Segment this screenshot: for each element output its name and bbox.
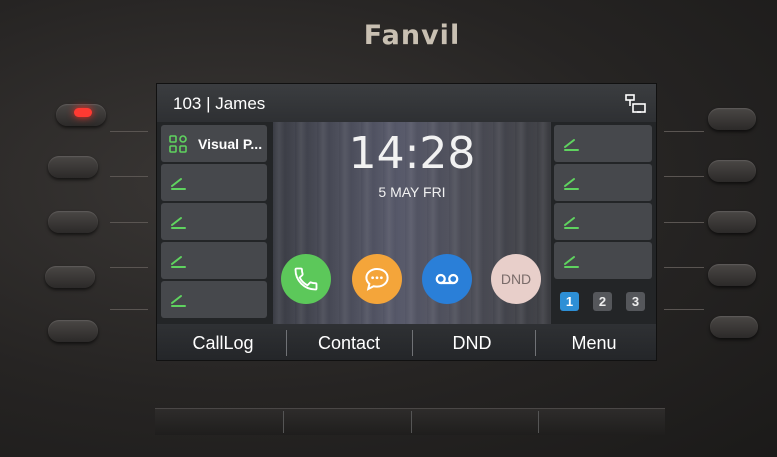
hardware-line-key-7[interactable] xyxy=(708,160,756,182)
softkey-menu[interactable]: Menu xyxy=(532,324,656,360)
grid-apps-icon xyxy=(169,135,187,153)
dss-key-6[interactable] xyxy=(554,125,652,162)
hardware-line-key-2[interactable] xyxy=(48,156,98,178)
dss-key-8[interactable] xyxy=(554,203,652,240)
account-label: 103 | James xyxy=(173,94,266,113)
dss-key-5[interactable] xyxy=(161,281,267,318)
date-label: 5 MAY FRI xyxy=(378,184,446,200)
phone-icon xyxy=(294,267,318,291)
line-key-icon xyxy=(171,295,186,307)
softkey-calllog[interactable]: CallLog xyxy=(161,324,285,360)
voicemail-icon xyxy=(435,273,459,285)
dss-key-label: Visual P... xyxy=(198,136,263,152)
bezel-line xyxy=(110,309,148,310)
status-bar: 103 | James xyxy=(157,84,656,122)
softkey-contact[interactable]: Contact xyxy=(287,324,411,360)
line-key-icon xyxy=(564,178,579,190)
bezel-line xyxy=(664,176,704,177)
dnd-app-button[interactable]: DND xyxy=(491,254,541,304)
line-key-icon xyxy=(171,217,186,229)
dss-key-visual-panel[interactable]: Visual P... xyxy=(161,125,267,162)
line-led-indicator xyxy=(74,108,92,117)
bezel-line xyxy=(110,176,148,177)
dss-key-3[interactable] xyxy=(161,203,267,240)
hardware-line-key-4[interactable] xyxy=(45,266,95,288)
softkey-strip-divider xyxy=(538,411,539,433)
clock: 14:28 xyxy=(348,128,476,179)
dss-key-7[interactable] xyxy=(554,164,652,201)
line-key-icon xyxy=(564,139,579,151)
softkey-bar: CallLog Contact DND Menu xyxy=(157,324,656,360)
hardware-line-key-10[interactable] xyxy=(710,316,758,338)
dss-key-9[interactable] xyxy=(554,242,652,279)
message-app-button[interactable] xyxy=(352,254,402,304)
page-indicator-2[interactable]: 2 xyxy=(593,292,612,311)
bezel-line xyxy=(110,222,148,223)
page-indicator-1[interactable]: 1 xyxy=(560,292,579,311)
network-icon xyxy=(625,94,646,113)
hardware-line-key-6[interactable] xyxy=(708,108,756,130)
line-key-icon xyxy=(564,217,579,229)
dss-key-2[interactable] xyxy=(161,164,267,201)
bezel-line xyxy=(110,131,148,132)
brand-logo: Fanvil xyxy=(363,20,461,51)
hardware-line-key-3[interactable] xyxy=(48,211,98,233)
bezel-line xyxy=(664,222,704,223)
softkey-strip-divider xyxy=(283,411,284,433)
bezel-line xyxy=(110,267,148,268)
voicemail-app-button[interactable] xyxy=(422,254,472,304)
bezel-line xyxy=(664,131,704,132)
phone-app-button[interactable] xyxy=(281,254,331,304)
bezel-line xyxy=(664,267,704,268)
hardware-line-key-8[interactable] xyxy=(708,211,756,233)
hardware-line-key-5[interactable] xyxy=(48,320,98,342)
line-key-icon xyxy=(171,178,186,190)
dnd-icon-label: DND xyxy=(500,271,532,287)
hardware-softkey-strip xyxy=(155,408,665,435)
softkey-strip-divider xyxy=(411,411,412,433)
message-icon xyxy=(365,267,389,291)
hardware-line-key-9[interactable] xyxy=(708,264,756,286)
line-key-icon xyxy=(564,256,579,268)
dss-key-4[interactable] xyxy=(161,242,267,279)
idle-wallpaper: 14:28 5 MAY FRI DND xyxy=(273,122,551,332)
page-indicator-3[interactable]: 3 xyxy=(626,292,645,311)
line-key-icon xyxy=(171,256,186,268)
softkey-dnd[interactable]: DND xyxy=(410,324,534,360)
bezel-line xyxy=(664,309,704,310)
phone-screen: 103 | James Visual P... 14:28 5 MAY FRI xyxy=(156,83,657,361)
